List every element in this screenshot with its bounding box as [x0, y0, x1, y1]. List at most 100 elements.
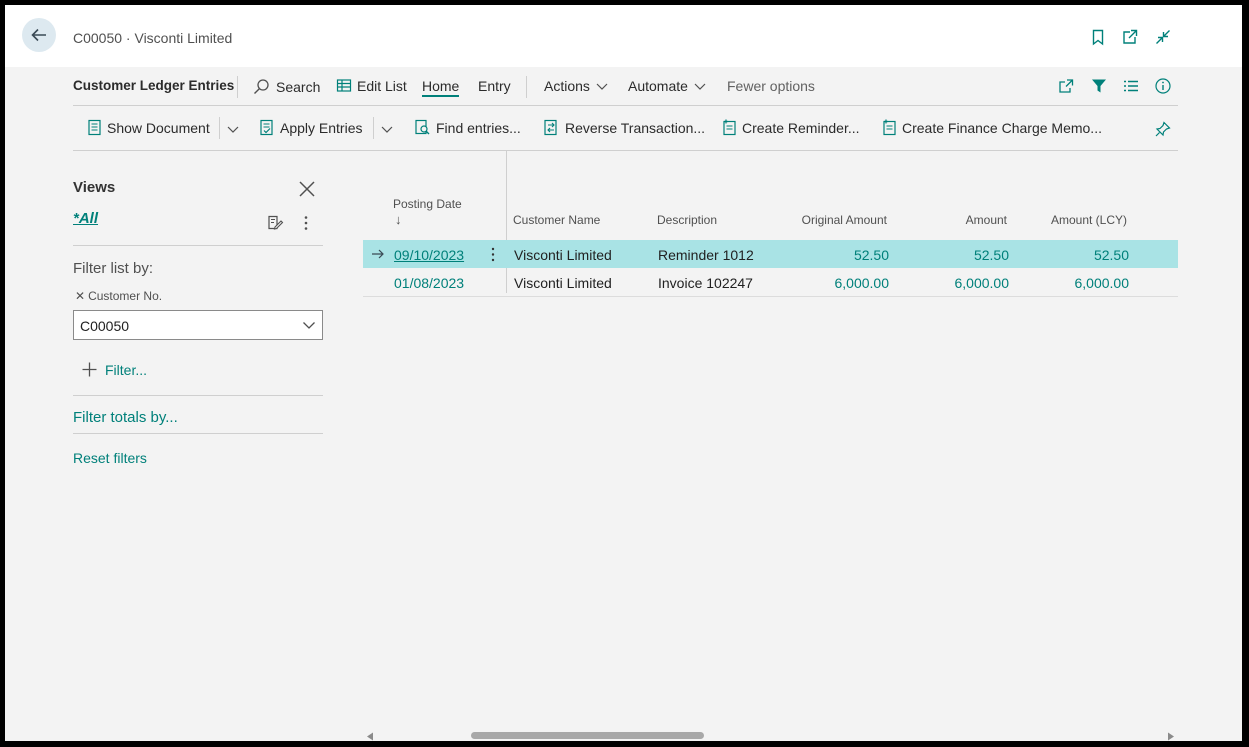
open-new-window-icon[interactable]: [1121, 28, 1139, 46]
original-amount-cell[interactable]: 52.50: [763, 247, 889, 263]
divider: [237, 76, 238, 98]
promoted-actions-bar: Show Document Apply Entries Find entries: [73, 106, 1178, 151]
filter-totals-link[interactable]: Filter totals by...: [73, 409, 178, 426]
plus-icon: [82, 362, 97, 377]
show-document-button[interactable]: Show Document: [87, 119, 210, 136]
search-icon: [254, 79, 269, 94]
description-cell: Reminder 1012: [658, 247, 754, 263]
find-document-icon: [415, 119, 430, 135]
filter-icon[interactable]: [1090, 77, 1108, 95]
more-options-icon[interactable]: [303, 215, 309, 231]
find-entries-button[interactable]: Find entries...: [414, 119, 521, 136]
automate-label: Automate: [628, 78, 688, 94]
posting-date-cell[interactable]: 09/10/2023: [394, 247, 464, 263]
automate-menu[interactable]: Automate: [628, 78, 707, 94]
amount-cell[interactable]: 6,000.00: [909, 275, 1010, 291]
page-title: C00050 · Visconti Limited: [73, 30, 233, 46]
info-icon[interactable]: [1154, 77, 1172, 95]
reverse-transaction-label: Reverse Transaction...: [565, 119, 706, 136]
add-filter-button[interactable]: Filter...: [81, 361, 147, 378]
edit-list-button[interactable]: Edit List: [336, 78, 407, 94]
view-all-link[interactable]: *All: [73, 210, 98, 227]
amount-lcy-cell[interactable]: 6,000.00: [1029, 275, 1130, 291]
views-title: Views: [73, 179, 116, 196]
edit-list-label: Edit List: [357, 78, 407, 94]
divider: [73, 245, 323, 246]
share-icon[interactable]: [1057, 77, 1075, 95]
column-header-original-amount[interactable]: Original Amount: [763, 213, 887, 227]
divider: [73, 395, 323, 396]
add-filter-label: Filter...: [105, 361, 148, 378]
chevron-down-icon: [303, 322, 315, 329]
amount-cell[interactable]: 52.50: [909, 247, 1009, 263]
sort-descending-icon[interactable]: ↓: [395, 212, 402, 227]
reset-filters-link[interactable]: Reset filters: [73, 450, 147, 466]
new-document-icon: [883, 119, 896, 136]
original-amount-cell[interactable]: 6,000.00: [763, 275, 890, 291]
amount-lcy-cell[interactable]: 52.50: [1029, 247, 1129, 263]
actions-menu[interactable]: Actions: [544, 78, 609, 94]
create-reminder-button[interactable]: Create Reminder...: [722, 119, 860, 136]
list-view-icon[interactable]: [1122, 77, 1140, 95]
apply-entries-button[interactable]: Apply Entries: [259, 119, 362, 136]
description-cell: Invoice 102247: [658, 275, 753, 291]
customer-no-value: C00050: [80, 318, 130, 334]
pin-icon[interactable]: [1154, 120, 1172, 138]
app-window: C00050 · Visconti Limited Customer Ledge…: [5, 5, 1242, 741]
customer-name-cell: Visconti Limited: [514, 275, 612, 291]
collapse-icon[interactable]: [1154, 28, 1172, 46]
action-bar: Customer Ledger Entries Search Edit List…: [73, 67, 1178, 106]
column-header-posting-date[interactable]: Posting Date: [393, 197, 462, 211]
search-label: Search: [276, 78, 321, 95]
column-header-amount[interactable]: Amount: [907, 213, 1007, 227]
tab-home[interactable]: Home: [422, 78, 460, 97]
divider: [526, 76, 527, 98]
divider: [219, 117, 220, 139]
apply-entries-label: Apply Entries: [280, 119, 363, 136]
close-icon[interactable]: [298, 180, 316, 198]
create-finance-charge-memo-button[interactable]: Create Finance Charge Memo...: [882, 119, 1102, 136]
bookmark-icon[interactable]: [1089, 28, 1107, 46]
create-finance-charge-memo-label: Create Finance Charge Memo...: [902, 119, 1102, 136]
customer-no-filter-select[interactable]: C00050: [73, 310, 323, 340]
page-name: Customer Ledger Entries: [73, 78, 235, 93]
actions-label: Actions: [544, 78, 590, 94]
column-header-customer-name[interactable]: Customer Name: [513, 213, 600, 227]
title-bar: C00050 · Visconti Limited: [5, 5, 1242, 67]
scroll-thumb[interactable]: [471, 732, 704, 739]
customer-no-filter-label: ✕ Customer No.: [75, 289, 162, 303]
table-row[interactable]: 01/08/2023 Visconti Limited Invoice 1022…: [363, 268, 1178, 297]
tab-entry[interactable]: Entry: [478, 78, 511, 94]
divider: [373, 117, 374, 139]
search-button[interactable]: Search: [253, 78, 320, 95]
chevron-down-icon: [694, 83, 706, 90]
horizontal-scrollbar[interactable]: [363, 731, 1178, 741]
chevron-down-icon[interactable]: [380, 124, 394, 134]
scroll-left-icon[interactable]: [366, 732, 374, 741]
reverse-icon: [544, 119, 557, 136]
table-row[interactable]: 09/10/2023 Visconti Limited Reminder 101…: [363, 240, 1178, 268]
row-actions-icon[interactable]: [490, 247, 496, 262]
customer-no-label-text: Customer No.: [88, 289, 163, 303]
remove-filter-icon[interactable]: ✕: [75, 289, 85, 303]
back-button[interactable]: [22, 18, 56, 52]
filter-list-by-heading: Filter list by:: [73, 260, 154, 277]
scroll-right-icon[interactable]: [1167, 732, 1175, 741]
show-document-label: Show Document: [107, 119, 210, 136]
divider: [73, 433, 323, 434]
document-icon: [88, 119, 101, 136]
find-entries-label: Find entries...: [436, 119, 521, 136]
apply-entries-icon: [260, 119, 273, 136]
chevron-down-icon[interactable]: [226, 124, 240, 134]
column-header-amount-lcy[interactable]: Amount (LCY): [1027, 213, 1127, 227]
save-view-icon[interactable]: [267, 214, 284, 231]
edit-list-icon: [336, 79, 352, 92]
new-document-icon: [723, 119, 736, 136]
chevron-down-icon: [596, 83, 608, 90]
posting-date-cell[interactable]: 01/08/2023: [394, 275, 464, 291]
create-reminder-label: Create Reminder...: [742, 119, 860, 136]
reverse-transaction-button[interactable]: Reverse Transaction...: [543, 119, 705, 136]
column-header-description[interactable]: Description: [657, 213, 717, 227]
fewer-options-button[interactable]: Fewer options: [727, 78, 815, 94]
current-row-arrow-icon: [372, 249, 384, 259]
